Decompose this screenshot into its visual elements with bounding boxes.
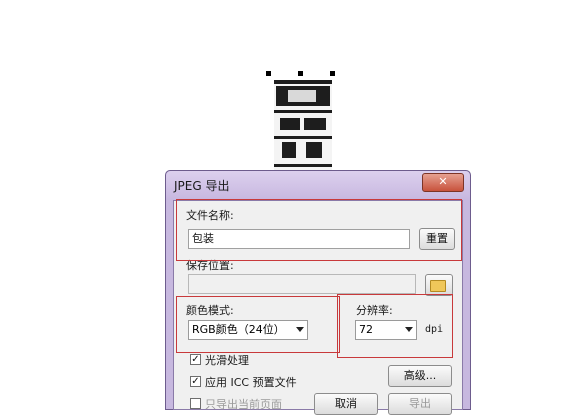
close-icon: ✕ (438, 175, 448, 188)
current-page-label: 只导出当前页面 (205, 398, 282, 411)
smooth-label: 光滑处理 (205, 354, 249, 367)
selection-handle-nw[interactable] (266, 71, 271, 76)
icc-label: 应用 ICC 预置文件 (205, 376, 297, 389)
ok-button[interactable]: 导出 (388, 393, 452, 415)
title-bar[interactable]: JPEG 导出 ✕ (166, 171, 470, 199)
cancel-button[interactable]: 取消 (314, 393, 378, 415)
dialog-title: JPEG 导出 (174, 179, 230, 193)
browse-button[interactable] (425, 274, 453, 296)
close-button[interactable]: ✕ (422, 173, 464, 192)
highlight-color-mode (176, 296, 340, 353)
save-location-field[interactable] (188, 274, 416, 294)
selection-handle-ne[interactable] (330, 71, 335, 76)
advanced-button[interactable]: 高级... (388, 365, 452, 387)
icc-checkbox[interactable]: ✓ (190, 376, 201, 387)
smooth-checkbox[interactable]: ✓ (190, 354, 201, 365)
highlight-resolution (337, 294, 453, 358)
folder-icon (430, 280, 446, 292)
selection-handle-n[interactable] (298, 71, 303, 76)
canvas-artwork[interactable] (274, 80, 332, 172)
highlight-filename (176, 199, 462, 261)
